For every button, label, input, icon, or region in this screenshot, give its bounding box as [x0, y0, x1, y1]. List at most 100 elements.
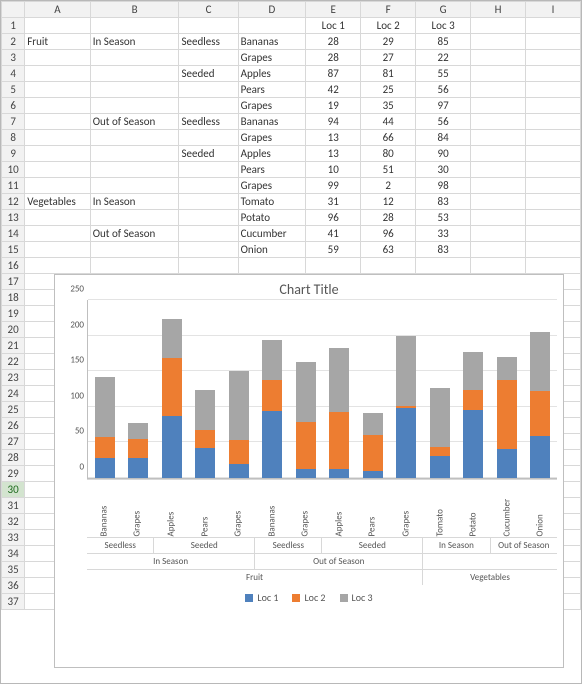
cell-C9[interactable]: Seeded [179, 146, 238, 162]
row-header-8[interactable]: 8 [2, 130, 25, 146]
cell-B10[interactable] [90, 162, 179, 178]
cell-D6[interactable]: Grapes [238, 98, 306, 114]
row-14[interactable]: 14Out of SeasonCucumber419633 [2, 226, 581, 242]
cell-D10[interactable]: Pears [238, 162, 306, 178]
cell-C15[interactable] [179, 242, 238, 258]
cell-A6[interactable] [25, 98, 91, 114]
cell-A2[interactable]: Fruit [25, 34, 91, 50]
cell-G1[interactable]: Loc 3 [416, 18, 471, 34]
row-12[interactable]: 12VegetablesIn SeasonTomato311283 [2, 194, 581, 210]
bar-bananas-5[interactable] [262, 340, 282, 478]
row-header-18[interactable]: 18 [2, 290, 25, 306]
bar-grapes-6[interactable] [296, 362, 316, 478]
cell-F10[interactable]: 51 [361, 162, 416, 178]
cell-D9[interactable]: Apples [238, 146, 306, 162]
cell-F4[interactable]: 81 [361, 66, 416, 82]
cell-E15[interactable]: 59 [306, 242, 361, 258]
cell-E4[interactable]: 87 [306, 66, 361, 82]
cell-F2[interactable]: 29 [361, 34, 416, 50]
cell-F13[interactable]: 28 [361, 210, 416, 226]
row-header-16[interactable]: 16 [2, 258, 25, 274]
cell-B5[interactable] [90, 82, 179, 98]
cell-B16[interactable] [90, 258, 179, 274]
row-header-3[interactable]: 3 [2, 50, 25, 66]
row-header-22[interactable]: 22 [2, 354, 25, 370]
row-7[interactable]: 7Out of SeasonSeedlessBananas944456 [2, 114, 581, 130]
cell-D4[interactable]: Apples [238, 66, 306, 82]
cell-I2[interactable] [526, 34, 581, 50]
cell-I8[interactable] [526, 130, 581, 146]
cell-C5[interactable] [179, 82, 238, 98]
row-header-15[interactable]: 15 [2, 242, 25, 258]
cell-H9[interactable] [471, 146, 526, 162]
cell-E11[interactable]: 99 [306, 178, 361, 194]
cell-G6[interactable]: 97 [416, 98, 471, 114]
cell-H6[interactable] [471, 98, 526, 114]
cell-I13[interactable] [526, 210, 581, 226]
cell-A14[interactable] [25, 226, 91, 242]
cell-C3[interactable] [179, 50, 238, 66]
row-header-13[interactable]: 13 [2, 210, 25, 226]
cell-D2[interactable]: Bananas [238, 34, 306, 50]
row-header-5[interactable]: 5 [2, 82, 25, 98]
row-header-23[interactable]: 23 [2, 370, 25, 386]
bar-grapes-1[interactable] [128, 423, 148, 478]
cell-I9[interactable] [526, 146, 581, 162]
cell-H16[interactable] [471, 258, 526, 274]
row-header-21[interactable]: 21 [2, 338, 25, 354]
row-header-35[interactable]: 35 [2, 562, 25, 578]
cell-C8[interactable] [179, 130, 238, 146]
cell-F14[interactable]: 96 [361, 226, 416, 242]
cell-B11[interactable] [90, 178, 179, 194]
cell-I1[interactable] [526, 18, 581, 34]
cell-C13[interactable] [179, 210, 238, 226]
row-11[interactable]: 11Grapes99298 [2, 178, 581, 194]
cell-E9[interactable]: 13 [306, 146, 361, 162]
cell-E14[interactable]: 41 [306, 226, 361, 242]
cell-D11[interactable]: Grapes [238, 178, 306, 194]
cell-H13[interactable] [471, 210, 526, 226]
row-header-32[interactable]: 32 [2, 514, 25, 530]
cell-I10[interactable] [526, 162, 581, 178]
row-2[interactable]: 2FruitIn SeasonSeedlessBananas282985 [2, 34, 581, 50]
cell-C2[interactable]: Seedless [179, 34, 238, 50]
bar-grapes-4[interactable] [229, 371, 249, 478]
cell-A1[interactable] [25, 18, 91, 34]
column-header-i[interactable]: I [526, 2, 581, 18]
cell-G8[interactable]: 84 [416, 130, 471, 146]
row-header-1[interactable]: 1 [2, 18, 25, 34]
cell-I7[interactable] [526, 114, 581, 130]
cell-H11[interactable] [471, 178, 526, 194]
row-header-20[interactable]: 20 [2, 322, 25, 338]
row-10[interactable]: 10Pears105130 [2, 162, 581, 178]
cell-I4[interactable] [526, 66, 581, 82]
cell-C4[interactable]: Seeded [179, 66, 238, 82]
cell-B13[interactable] [90, 210, 179, 226]
cell-G12[interactable]: 83 [416, 194, 471, 210]
row-header-29[interactable]: 29 [2, 466, 25, 482]
cell-A3[interactable] [25, 50, 91, 66]
cell-D12[interactable]: Tomato [238, 194, 306, 210]
cell-F15[interactable]: 63 [361, 242, 416, 258]
cell-I11[interactable] [526, 178, 581, 194]
embedded-chart[interactable]: Chart Title 050100150200250 BananasGrape… [54, 274, 564, 668]
cell-B15[interactable] [90, 242, 179, 258]
cell-E8[interactable]: 13 [306, 130, 361, 146]
cell-B3[interactable] [90, 50, 179, 66]
cell-A11[interactable] [25, 178, 91, 194]
bar-pears-8[interactable] [363, 413, 383, 478]
cell-E7[interactable]: 94 [306, 114, 361, 130]
cell-D15[interactable]: Onion [238, 242, 306, 258]
column-header-e[interactable]: E [306, 2, 361, 18]
column-header-f[interactable]: F [361, 2, 416, 18]
row-4[interactable]: 4SeededApples878155 [2, 66, 581, 82]
cell-A13[interactable] [25, 210, 91, 226]
row-header-36[interactable]: 36 [2, 578, 25, 594]
cell-G3[interactable]: 22 [416, 50, 471, 66]
cell-I3[interactable] [526, 50, 581, 66]
cell-G2[interactable]: 85 [416, 34, 471, 50]
cell-D14[interactable]: Cucumber [238, 226, 306, 242]
cell-G16[interactable] [416, 258, 471, 274]
cell-C6[interactable] [179, 98, 238, 114]
row-header-28[interactable]: 28 [2, 450, 25, 466]
